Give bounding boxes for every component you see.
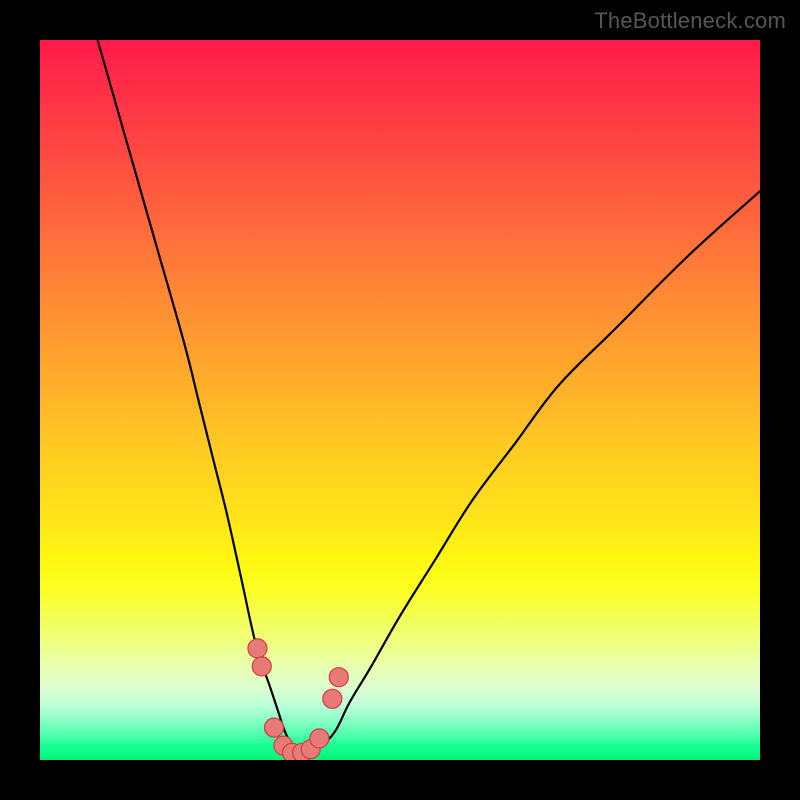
chart-svg <box>40 40 760 760</box>
marker-point <box>323 689 342 708</box>
watermark-text: TheBottleneck.com <box>594 8 786 34</box>
near-optimum-markers <box>248 639 348 760</box>
chart-frame: TheBottleneck.com <box>0 0 800 800</box>
marker-point <box>310 729 329 748</box>
bottleneck-curve <box>98 40 760 754</box>
marker-point <box>252 657 271 676</box>
marker-point <box>265 718 284 737</box>
plot-area <box>40 40 760 760</box>
marker-point <box>248 639 267 658</box>
marker-point <box>329 668 348 687</box>
